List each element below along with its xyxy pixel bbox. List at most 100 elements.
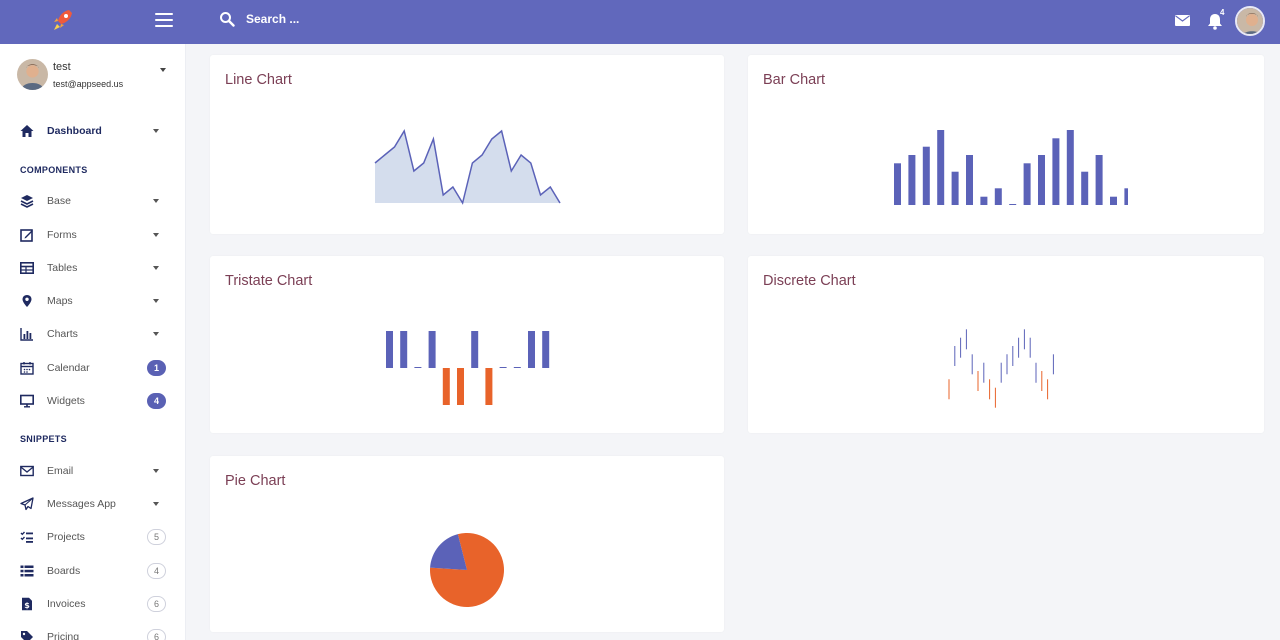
tag-icon [21,631,33,640]
count-badge: 4 [147,563,166,579]
avatar [17,59,48,90]
sidebar-item-label: Base [47,195,71,207]
layers-icon [20,195,34,208]
tristate-bar-zero [414,367,422,368]
sidebar-item-charts[interactable]: Charts [0,320,185,348]
section-title-snippets: SNIPPETS [20,434,67,444]
sidebar-item-projects[interactable]: Projects 5 [0,523,185,551]
sidebar-item-pricing[interactable]: Pricing 6 [0,623,185,640]
sidebar-item-label: Charts [47,328,78,340]
sidebar-item-messages-app[interactable]: Messages App [0,490,185,518]
bar-chart-bar [1038,155,1045,205]
chevron-down-icon [153,199,159,203]
count-badge: 1 [147,360,166,376]
envelope-icon [20,465,34,477]
sidebar-item-tables[interactable]: Tables [0,254,185,282]
tristate-bar-positive [471,331,479,368]
tasks-icon [20,531,33,543]
chevron-down-icon [153,469,159,473]
bar-chart-bar [951,171,959,205]
sidebar-item-label: Maps [47,295,73,307]
sidebar: test test@appseed.us Dashboard COMPONENT… [0,44,186,640]
tristate-bar-zero [513,367,521,368]
sidebar-item-label: Widgets [47,395,85,407]
sidebar-item-calendar[interactable]: Calendar 1 [0,354,185,382]
user-name: test [53,61,71,73]
tristate-bar-positive [386,331,393,368]
chevron-down-icon [160,68,166,72]
menu-toggle-icon[interactable] [155,13,173,29]
bar-chart-bar [908,155,916,205]
sidebar-item-dashboard[interactable]: Dashboard [0,117,185,145]
bar-chart-bar [894,163,901,205]
count-badge: 6 [147,629,166,640]
chevron-down-icon [153,233,159,237]
tristate-bar-negative [485,368,493,405]
sidebar-item-boards[interactable]: Boards 4 [0,557,185,585]
sidebar-item-widgets[interactable]: Widgets 4 [0,387,185,415]
card-title: Bar Chart [763,72,826,88]
bar-chart-bar [1095,155,1103,205]
discrete-chart [948,329,1054,408]
count-badge: 5 [147,529,166,545]
bar-chart-bar [994,188,1002,205]
bar-chart-bar [980,196,988,205]
bar-chart-bar [1023,163,1031,205]
edit-icon [20,229,33,242]
user-profile[interactable]: test test@appseed.us [17,58,177,92]
sidebar-item-label: Messages App [47,498,116,510]
top-navbar: 4 [0,0,1280,44]
line-chart [374,129,561,205]
bar-chart-bar [1081,171,1089,205]
sidebar-item-invoices[interactable]: $ Invoices 6 [0,590,185,618]
sidebar-item-label: Boards [47,565,81,577]
card-title: Discrete Chart [763,273,856,289]
sidebar-item-label: Pricing [47,631,80,640]
bar-chart [894,130,1128,205]
tristate-bar-positive [542,331,550,368]
discrete-chart-card: Discrete Chart [748,256,1264,433]
sidebar-item-base[interactable]: Base [0,187,185,215]
bar-chart-bar [966,155,973,205]
home-icon [20,125,34,137]
tristate-bar-positive [428,331,436,368]
map-pin-icon [22,295,32,307]
tristate-chart-card: Tristate Chart [210,256,724,433]
tristate-bar-negative [457,368,464,405]
count-badge: 4 [147,393,166,409]
chevron-down-icon [153,299,159,303]
section-title-components: COMPONENTS [20,165,88,175]
sidebar-item-forms[interactable]: Forms [0,221,185,249]
notifications-button[interactable]: 4 [1207,8,1227,31]
tristate-bar-positive [528,331,535,368]
tristate-bar-positive [400,331,408,368]
user-email: test@appseed.us [53,79,124,89]
bar-chart-bar [922,146,930,205]
line-chart-card: Line Chart [210,55,724,234]
sidebar-item-label: Tables [47,262,78,274]
pie-chart-card: Pie Chart [210,456,724,632]
sidebar-item-email[interactable]: Email [0,457,185,485]
search-input[interactable] [246,12,366,26]
search-bar [219,11,366,27]
table-icon [20,261,34,274]
tristate-chart [386,331,550,405]
notification-count: 4 [1220,8,1225,17]
rocket-logo-icon[interactable] [52,8,74,34]
pie-chart [430,532,505,607]
mail-icon[interactable] [1175,15,1190,26]
count-badge: 6 [147,596,166,612]
bar-chart-card: Bar Chart [748,55,1264,234]
sidebar-item-label: Projects [47,531,85,543]
svg-text:$: $ [24,601,30,610]
sidebar-item-label: Forms [47,229,77,241]
search-icon [220,12,235,27]
chevron-down-icon [153,332,159,336]
sidebar-item-label: Invoices [47,598,86,610]
invoice-icon: $ [22,597,32,611]
sidebar-item-maps[interactable]: Maps [0,287,185,315]
bar-chart-bar [937,130,945,205]
sidebar-item-label: Calendar [47,362,90,374]
card-title: Pie Chart [225,473,286,489]
avatar[interactable] [1235,6,1265,36]
